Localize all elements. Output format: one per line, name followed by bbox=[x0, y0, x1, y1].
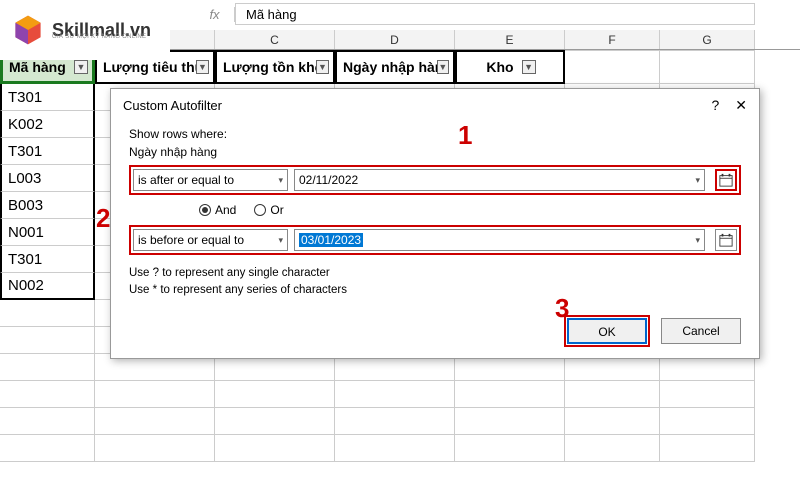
cell[interactable]: T301 bbox=[0, 246, 95, 273]
filter-dropdown-icon[interactable]: ▼ bbox=[316, 60, 329, 74]
table-row bbox=[0, 408, 800, 435]
cell[interactable] bbox=[0, 408, 95, 435]
hint-text: Use ? to represent any single character … bbox=[129, 265, 741, 300]
cell[interactable]: L003 bbox=[0, 165, 95, 192]
cell[interactable] bbox=[0, 354, 95, 381]
field-label: Ngày nhập hàng bbox=[129, 145, 741, 159]
header-label: Ngày nhập hàng bbox=[343, 59, 437, 75]
annotation-3: 3 bbox=[555, 293, 569, 324]
radio-and[interactable]: And bbox=[199, 203, 236, 217]
logo-tagline: GIÁ SƯ MỌI KỸ NĂNG ONLINE bbox=[52, 34, 146, 40]
cell[interactable] bbox=[0, 435, 95, 462]
cell[interactable] bbox=[335, 381, 455, 408]
fx-label: fx bbox=[195, 7, 235, 22]
logic-radio-group: And Or bbox=[199, 203, 741, 217]
header-label: Kho bbox=[486, 59, 513, 75]
filter-dropdown-icon[interactable]: ▼ bbox=[196, 60, 209, 74]
cell[interactable] bbox=[660, 381, 755, 408]
header-label: Lượng tồn kho bbox=[223, 59, 316, 75]
brand-logo: Skillmall.vn GIÁ SƯ MỌI KỸ NĂNG ONLINE bbox=[0, 0, 170, 60]
logo-icon bbox=[10, 12, 46, 48]
table-row bbox=[0, 381, 800, 408]
close-button[interactable]: ✕ bbox=[735, 97, 747, 114]
filter-dropdown-icon[interactable]: ▼ bbox=[522, 60, 536, 74]
chevron-down-icon: ▾ bbox=[695, 175, 700, 186]
cell[interactable] bbox=[95, 408, 215, 435]
radio-or[interactable]: Or bbox=[254, 203, 283, 217]
operator-select-1[interactable]: is after or equal to▾ bbox=[133, 169, 288, 191]
annotation-2: 2 bbox=[96, 203, 110, 234]
filter-dropdown-icon[interactable]: ▼ bbox=[74, 60, 88, 74]
cell[interactable] bbox=[215, 381, 335, 408]
chevron-down-icon: ▾ bbox=[278, 235, 283, 246]
radio-icon bbox=[254, 204, 266, 216]
cancel-button[interactable]: Cancel bbox=[661, 318, 741, 344]
col-header-e[interactable]: E bbox=[455, 30, 565, 49]
value-input-2[interactable]: 03/01/2023▾ bbox=[294, 229, 705, 251]
col-header-g[interactable]: G bbox=[660, 30, 755, 49]
custom-autofilter-dialog: Custom Autofilter ? ✕ Show rows where: N… bbox=[110, 88, 760, 359]
cell[interactable] bbox=[565, 408, 660, 435]
cell[interactable] bbox=[95, 435, 215, 462]
cell[interactable] bbox=[95, 381, 215, 408]
header-cell-luong-ton-kho[interactable]: Lượng tồn kho▼ bbox=[215, 50, 335, 84]
cell[interactable] bbox=[455, 435, 565, 462]
cell[interactable] bbox=[335, 435, 455, 462]
value-input-1[interactable]: 02/11/2022▾ bbox=[294, 169, 705, 191]
cell[interactable]: N001 bbox=[0, 219, 95, 246]
header-label: Mã hàng bbox=[9, 59, 66, 75]
criteria-row-2: is before or equal to▾ 03/01/2023▾ bbox=[129, 225, 741, 255]
cell[interactable] bbox=[215, 408, 335, 435]
date-picker-icon[interactable] bbox=[715, 229, 737, 251]
col-header-f[interactable]: F bbox=[565, 30, 660, 49]
criteria-row-1: is after or equal to▾ 02/11/2022▾ bbox=[129, 165, 741, 195]
cell[interactable] bbox=[660, 435, 755, 462]
cell[interactable]: B003 bbox=[0, 192, 95, 219]
chevron-down-icon: ▾ bbox=[278, 175, 283, 186]
help-button[interactable]: ? bbox=[711, 97, 719, 114]
show-rows-label: Show rows where: bbox=[129, 127, 741, 141]
table-row bbox=[0, 435, 800, 462]
header-cell-kho[interactable]: Kho ▼ bbox=[455, 50, 565, 84]
col-header-c[interactable]: C bbox=[215, 30, 335, 49]
col-header-d[interactable]: D bbox=[335, 30, 455, 49]
chevron-down-icon: ▾ bbox=[695, 235, 700, 246]
cell[interactable] bbox=[455, 408, 565, 435]
cell[interactable] bbox=[660, 408, 755, 435]
annotation-1: 1 bbox=[458, 120, 472, 151]
cell[interactable] bbox=[660, 50, 755, 84]
dialog-title: Custom Autofilter bbox=[123, 98, 222, 113]
formula-bar: fx Mã hàng bbox=[195, 0, 755, 28]
header-cell-ngay-nhap-hang[interactable]: Ngày nhập hàng▼ bbox=[335, 50, 455, 84]
cell[interactable]: K002 bbox=[0, 111, 95, 138]
cell[interactable] bbox=[565, 381, 660, 408]
ok-button[interactable]: OK bbox=[567, 318, 647, 344]
cell[interactable] bbox=[215, 435, 335, 462]
formula-value[interactable]: Mã hàng bbox=[235, 3, 755, 25]
dialog-buttons: OK Cancel bbox=[129, 318, 741, 344]
filter-dropdown-icon[interactable]: ▼ bbox=[437, 60, 449, 74]
cell[interactable]: N002 bbox=[0, 273, 95, 300]
cell[interactable] bbox=[0, 300, 95, 327]
cell[interactable]: T301 bbox=[0, 84, 95, 111]
operator-select-2[interactable]: is before or equal to▾ bbox=[133, 229, 288, 251]
date-picker-icon[interactable] bbox=[715, 169, 737, 191]
cell[interactable] bbox=[565, 435, 660, 462]
cell[interactable] bbox=[0, 381, 95, 408]
dialog-titlebar[interactable]: Custom Autofilter ? ✕ bbox=[111, 89, 759, 121]
cell[interactable] bbox=[335, 408, 455, 435]
cell[interactable] bbox=[455, 381, 565, 408]
cell[interactable] bbox=[565, 50, 660, 84]
cell[interactable] bbox=[0, 327, 95, 354]
header-label: Lượng tiêu thụ bbox=[103, 59, 196, 75]
cell[interactable]: T301 bbox=[0, 138, 95, 165]
radio-icon bbox=[199, 204, 211, 216]
